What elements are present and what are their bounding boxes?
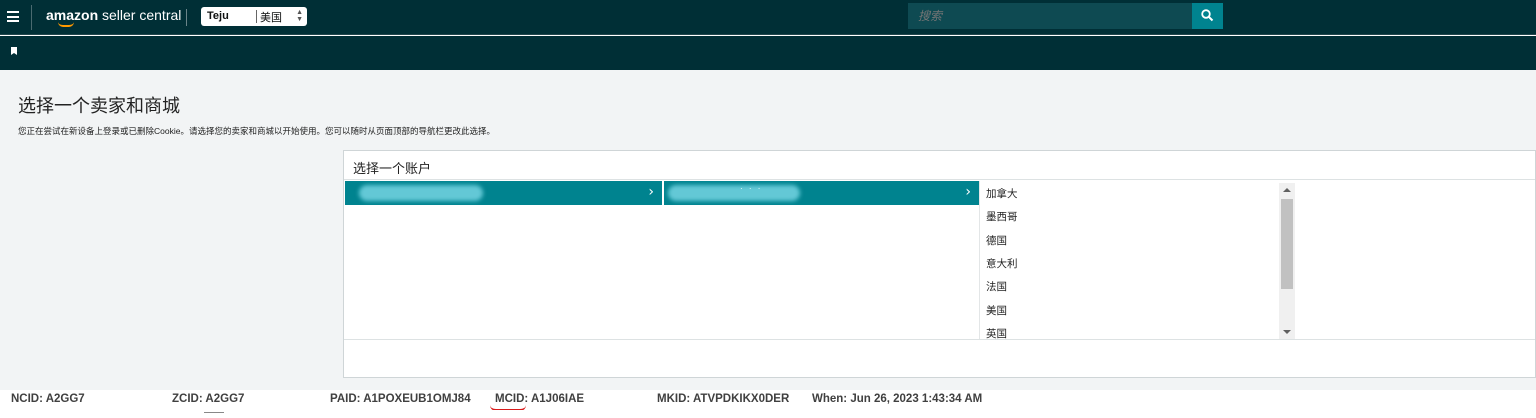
scroll-down-arrow-icon[interactable] — [1283, 330, 1291, 334]
search-input[interactable] — [908, 3, 1192, 29]
account-picker-panel: 选择一个账户 › · · · › 加拿大 墨西哥 德国 意大利 法国 美国 英国 — [343, 150, 1536, 378]
marketplace-item[interactable]: 墨西哥 — [986, 209, 1018, 224]
marketplace-item[interactable]: 美国 — [986, 303, 1007, 318]
scrollbar-thumb[interactable] — [1281, 199, 1293, 289]
zcid-text: ZCID: A2GG7 — [172, 393, 245, 405]
divider — [31, 5, 32, 30]
updown-arrows-icon: ▲ ▼ — [296, 9, 303, 23]
marketplace-name: 美国 — [260, 12, 282, 24]
scroll-up-arrow-icon[interactable] — [1283, 188, 1291, 192]
account-marketplace-selector[interactable]: Teju 美国 ▲ ▼ — [201, 7, 307, 26]
bottom-strip — [0, 410, 1536, 418]
seller-central-logo[interactable]: amazon seller central — [46, 6, 182, 27]
logo-amazon-text: amazon — [46, 7, 99, 23]
bookmark-icon[interactable] — [11, 47, 17, 55]
mkid-text: MKID: ATVPDKIKX0DER — [657, 393, 790, 405]
marketplace-list: 加拿大 墨西哥 德国 意大利 法国 美国 英国 — [980, 181, 1280, 339]
search-button[interactable] — [1192, 3, 1223, 29]
merchant-account-item-selected[interactable]: · · · › — [662, 181, 979, 205]
marketplace-item[interactable]: 意大利 — [986, 256, 1018, 271]
divider — [186, 9, 187, 26]
main-content: 选择一个卖家和商城 您正在尝试在新设备上登录或已删除Cookie。请选择您的卖家… — [0, 70, 1536, 390]
ncid-text: NCID: A2GG7 — [11, 393, 85, 405]
logo-suffix-text: seller central — [98, 7, 182, 23]
redacted-merchant-name — [668, 185, 800, 201]
marketplace-item[interactable]: 英国 — [986, 326, 1007, 339]
chevron-right-icon: › — [648, 184, 654, 200]
redacted-account-name — [359, 185, 483, 201]
panel-footer-divider — [344, 339, 1535, 340]
top-navigation-bar: amazon seller central Teju 美国 ▲ ▼ — [0, 0, 1536, 35]
seller-account-item-selected[interactable]: › — [345, 181, 662, 205]
page-description: 您正在尝试在新设备上登录或已删除Cookie。请选择您的卖家和商城以开始使用。您… — [18, 126, 495, 136]
mcid-text: MCID: A1J06IAE — [495, 393, 585, 405]
account-name: Teju — [207, 10, 229, 22]
divider — [256, 10, 257, 23]
marketplace-list-scrollbar[interactable] — [1279, 183, 1295, 339]
chevron-right-icon: › — [965, 184, 971, 200]
search-icon — [1201, 9, 1214, 22]
logo-smile-icon — [58, 22, 74, 27]
redaction-mask — [600, 390, 652, 410]
session-id-bar: NCID: A2GG7 ZCID: A2GG7 PAID: A1POXEUB1O… — [0, 390, 1536, 411]
secondary-navigation-bar — [0, 36, 1536, 70]
timestamp-text: When: Jun 26, 2023 1:43:34 AM — [812, 393, 983, 405]
redacted-dots: · · · — [740, 184, 763, 193]
page-title: 选择一个卖家和商城 — [18, 96, 180, 116]
cropped-fragment — [204, 412, 224, 413]
redaction-mask — [252, 390, 324, 410]
menu-icon[interactable] — [7, 11, 19, 22]
marketplace-item[interactable]: 加拿大 — [986, 186, 1018, 201]
paid-text: PAID: A1POXEUB1OMJ84 — [330, 393, 471, 405]
redaction-mask — [96, 390, 166, 410]
marketplace-item[interactable]: 法国 — [986, 279, 1007, 294]
account-picker-header: 选择一个账户 — [344, 151, 1535, 180]
marketplace-item[interactable]: 德国 — [986, 233, 1007, 248]
